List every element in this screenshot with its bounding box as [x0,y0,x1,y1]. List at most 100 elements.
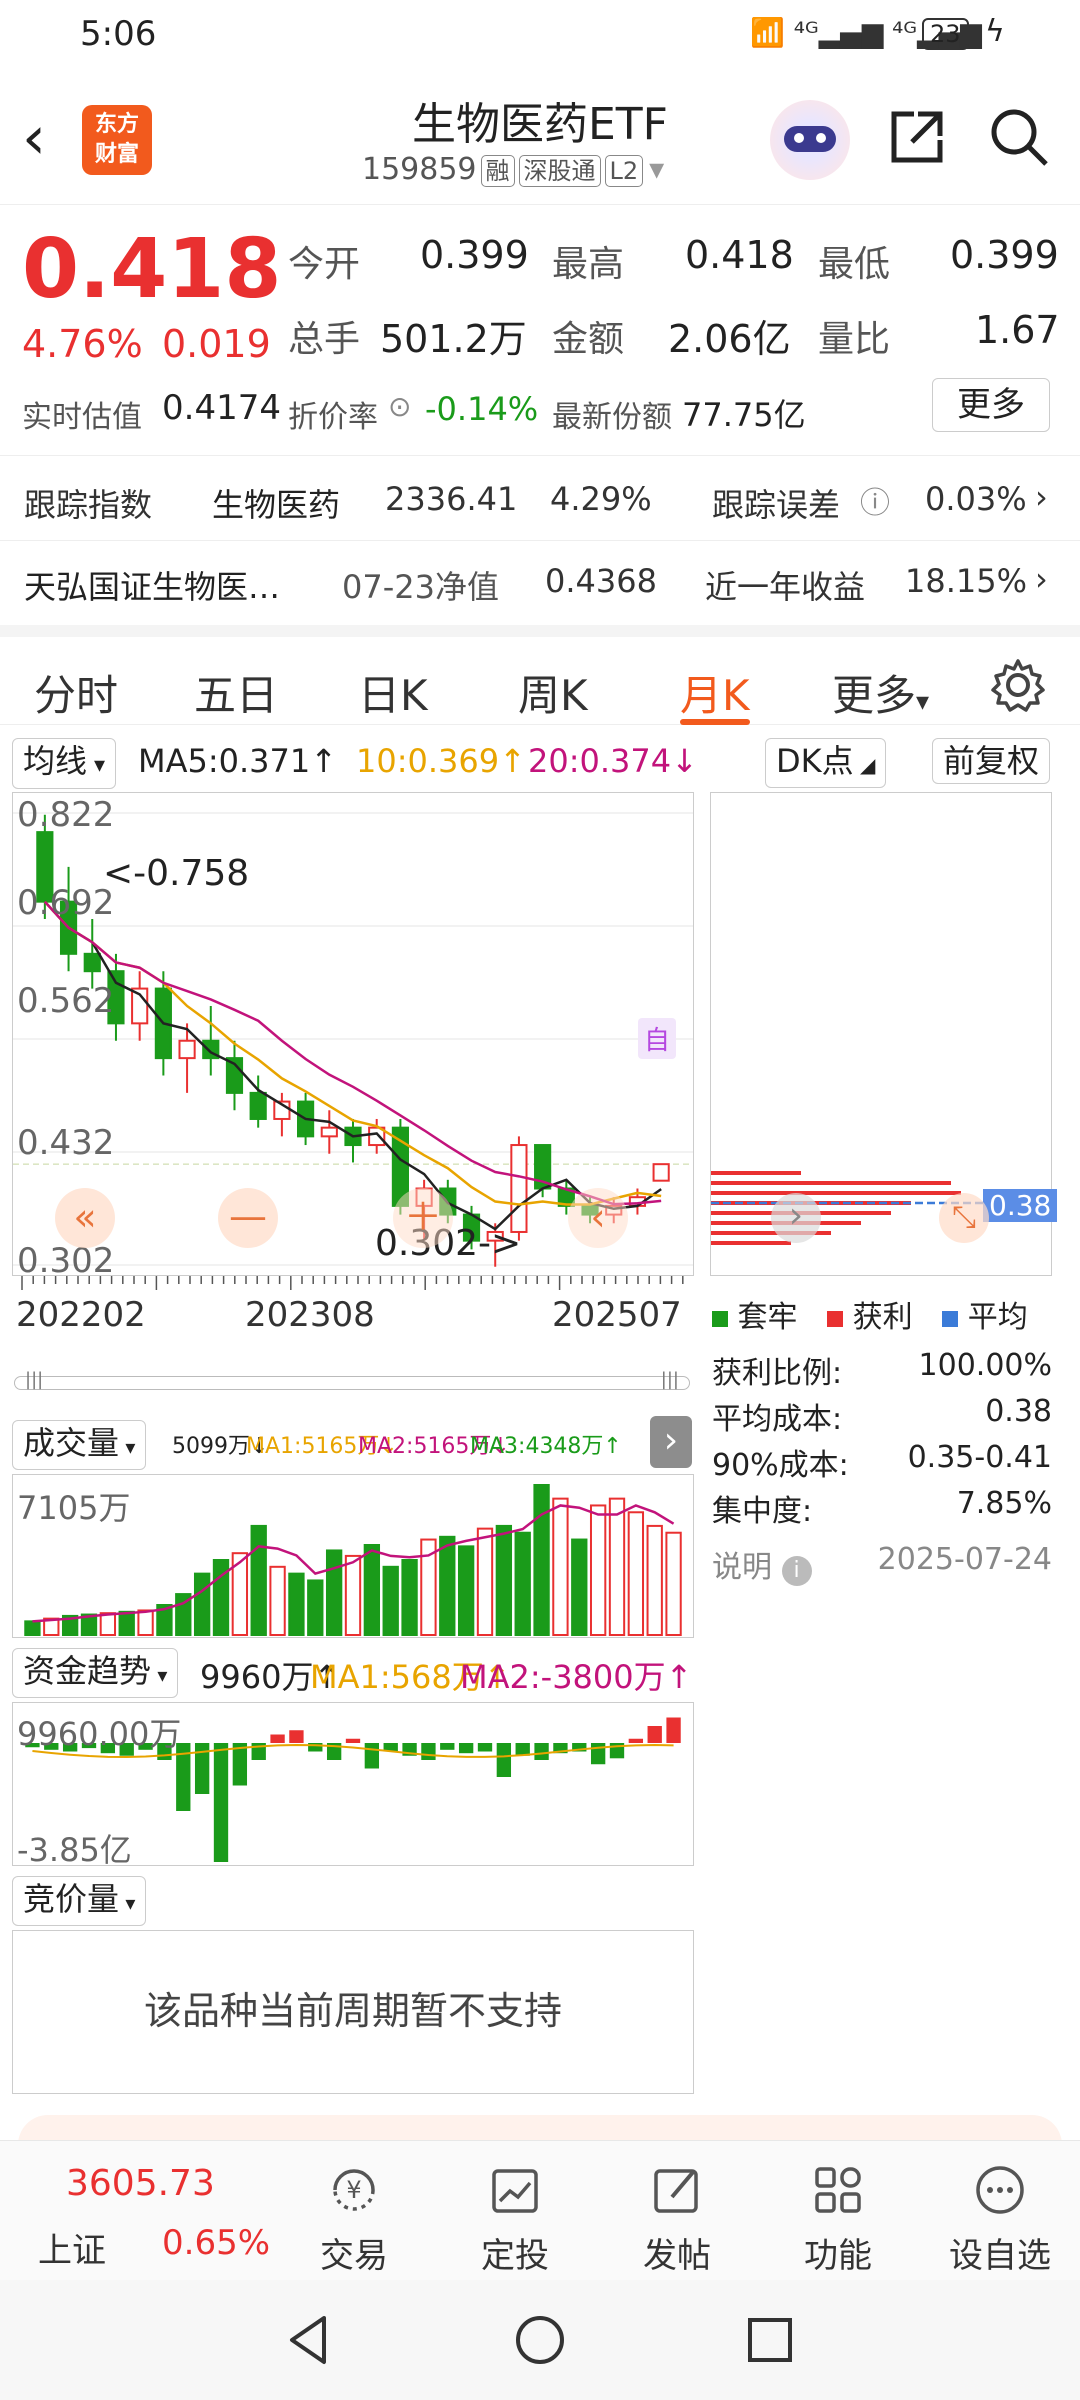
system-nav-bar [0,2280,1080,2400]
charging-icon: ϟ [985,14,1005,49]
volume-bar [514,1531,531,1636]
nav-value: 0.4368 [545,562,657,600]
fund-bar [666,1717,681,1743]
tracking-index[interactable]: 生物医药 [212,480,340,526]
tab-weekly[interactable]: 周K [518,662,588,723]
back-button[interactable]: ‹ [22,103,46,173]
status-bar: 5:06 📶 ⁴ᴳ▂▄▆ ⁴ᴳ▂▄▆ 23 ϟ [0,0,1080,70]
y-axis-min: 0.302 [17,1241,115,1281]
search-icon[interactable] [988,106,1050,168]
fund-bar [477,1743,493,1752]
open-value: 0.399 [420,233,529,277]
zoom-in-icon[interactable]: ＋ [393,1188,453,1248]
fixed-invest-button[interactable]: 定投 [455,2161,575,2277]
tab-daily[interactable]: 日K [358,662,428,723]
y-axis-max: 0.822 [17,795,115,835]
scroll-start-icon[interactable]: « [55,1188,115,1248]
candle-body [652,1163,670,1182]
volume-ma3: MA3:4348万↑ [470,1434,622,1459]
candle-body [510,1144,528,1233]
x-axis-label: 202507 [552,1295,682,1335]
tab-five-day[interactable]: 五日 [194,662,278,723]
share-icon[interactable] [888,108,946,166]
volume-bar [382,1565,399,1636]
chart-calendar-icon [492,2169,538,2213]
zoom-out-icon[interactable]: — [218,1188,278,1248]
add-watchlist-button[interactable]: 设自选 [940,2161,1060,2277]
expand-icon[interactable]: ⤡ [939,1193,989,1243]
chevron-down-icon[interactable]: ▾ [649,152,664,187]
legend-profit: 获利 [852,1300,913,1335]
nav-recent-icon[interactable] [740,2310,800,2370]
nav-back-icon[interactable] [280,2310,340,2370]
gear-icon[interactable] [990,657,1046,713]
fund-trend-chart[interactable]: 9960.00万 -3.85亿 [12,1702,694,1869]
stock-code-line: 159859 融深股通 L2 ▾ [362,152,664,187]
tab-monthly[interactable]: 月K [680,662,750,723]
help-icon[interactable]: ⓘ [860,478,890,522]
volume-bar [495,1524,513,1637]
candle-body [249,1091,267,1120]
fund-axis-max: 9960.00万 [17,1715,182,1753]
chip-note-row[interactable]: 说明 i 2025-07-24 [712,1542,1052,1588]
fund-bar [590,1743,606,1765]
chip-distribution-chart[interactable]: 0.38 › ⤡ [710,792,1058,1276]
volume-label: 总手 [288,319,361,360]
fund-axis-min: -3.85亿 [17,1831,132,1869]
volume-bar [269,1565,286,1636]
volume-bar [646,1524,663,1637]
fund-bar [270,1734,285,1743]
tracking-error-label: 跟踪误差 [712,486,841,524]
chevron-right-icon[interactable]: › [1035,560,1048,598]
chevron-right-icon[interactable]: › [1035,478,1048,516]
kline-chart[interactable]: 0.822 0.692 0.562 0.432 0.302 <-0.758 0.… [12,792,694,1281]
tab-indicator [680,719,750,725]
tab-intraday[interactable]: 分时 [34,662,118,723]
nav-home-icon[interactable] [510,2310,570,2370]
status-time: 5:06 [80,14,157,54]
more-quote-button[interactable]: 更多 [932,378,1050,432]
battery-icon: 23 [922,18,969,50]
volume-bar [363,1544,381,1636]
expand-arrow-icon[interactable]: › [650,1416,692,1468]
post-button[interactable]: 发帖 [617,2161,737,2277]
chart-scrollbar[interactable]: ||| ||| [14,1369,690,1390]
fund-bar [647,1726,662,1743]
tab-more[interactable]: 更多▾ [832,662,929,723]
fund-trend-selector[interactable]: 资金趋势 ▾ [12,1648,179,1698]
assistant-avatar-icon[interactable] [770,100,850,180]
volume-bar [476,1527,494,1637]
tracking-index-pct: 4.29% [550,480,652,518]
volume-chart[interactable]: 7105万 [12,1474,694,1638]
year-return-label: 近一年收益 [705,568,866,606]
volume-selector[interactable]: 成交量 ▾ [12,1420,147,1470]
market-index-name[interactable]: 上证 [38,2223,106,2272]
fund-bar [421,1743,436,1760]
trade-button[interactable]: ¥ 交易 [294,2161,414,2277]
tag-l2: L2 [604,155,644,187]
info-dots-icon[interactable]: ⊙ [388,390,411,423]
more-dots-icon [976,2166,1024,2214]
x-axis-ticks [12,1276,694,1296]
market-index-value[interactable]: 3605.73 [66,2163,215,2204]
discount-label: 折价率 [288,400,378,435]
fund-name[interactable]: 天弘国证生物医… [24,562,280,608]
drag-handle-right[interactable]: ||| [661,1369,679,1390]
dk-point-button[interactable]: DK点 ◢ [765,738,887,788]
ma10-value: 10:0.369↑ [356,742,526,780]
adjust-button[interactable]: 前复权 [932,738,1051,784]
ma-selector[interactable]: 均线 ▾ [12,738,117,789]
volume-bar [325,1549,343,1636]
fund-ma2: MA2:-3800万↑ [460,1658,693,1696]
scroll-right-icon[interactable]: › [771,1193,821,1243]
legend-trapped: 套牢 [737,1300,798,1335]
function-button[interactable]: 功能 [778,2161,898,2277]
tracking-label: 跟踪指数 [24,486,153,524]
drag-handle-left[interactable]: ||| [25,1369,43,1390]
scroll-left-icon[interactable]: ‹ [568,1188,628,1248]
auction-selector[interactable]: 竞价量 ▾ [12,1876,147,1926]
auto-tag[interactable]: 自 [638,1018,677,1059]
candle-body [83,952,101,973]
volume-bar [627,1511,645,1636]
fund-bar [213,1743,229,1862]
